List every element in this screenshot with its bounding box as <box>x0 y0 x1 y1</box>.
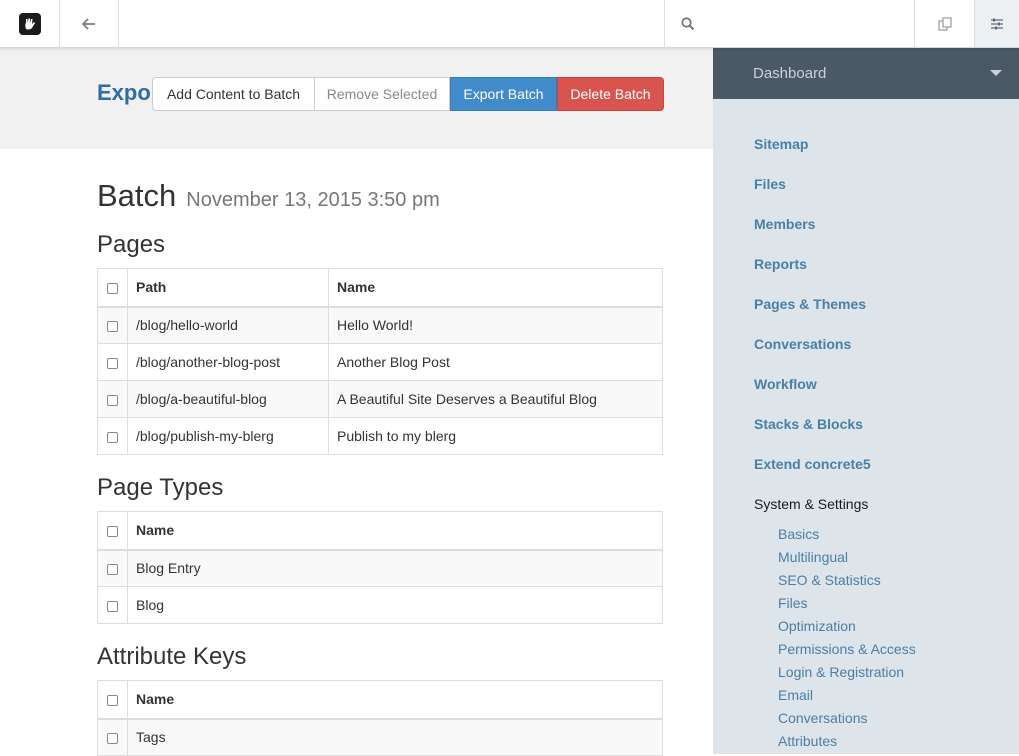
table-row: Tags <box>97 718 663 756</box>
subnav-item-files[interactable]: Files <box>778 595 808 611</box>
subnav-item-permissions-access[interactable]: Permissions & Access <box>778 641 916 657</box>
page-type-name: Blog <box>127 586 663 624</box>
batch-heading: Batch November 13, 2015 3:50 pm <box>97 178 440 214</box>
table-header-row: Path Name <box>97 268 663 308</box>
batch-date: November 13, 2015 3:50 pm <box>186 189 440 211</box>
column-header: Name <box>328 268 663 308</box>
add-content-button[interactable]: Add Content to Batch <box>152 77 315 111</box>
table-row: /blog/another-blog-post Another Blog Pos… <box>97 343 663 381</box>
subnav-item-login-registration[interactable]: Login & Registration <box>778 664 904 680</box>
settings-toggle-button[interactable] <box>974 0 1019 47</box>
attribute-keys-table: Name Tags <box>97 680 663 756</box>
nav-item-members[interactable]: Members <box>754 216 815 232</box>
page-type-name: Blog Entry <box>127 549 663 587</box>
page-name: A Beautiful Site Deserves a Beautiful Bl… <box>328 380 663 418</box>
page-path: /blog/hello-world <box>127 306 329 344</box>
row-checkbox[interactable] <box>107 431 118 443</box>
row-checkbox[interactable] <box>107 394 118 406</box>
top-toolbar <box>0 0 1019 48</box>
attribute-key-name: Tags <box>127 718 663 756</box>
table-row: /blog/publish-my-blerg Publish to my ble… <box>97 417 663 455</box>
page-types-section-title: Page Types <box>97 474 224 501</box>
select-all-checkbox[interactable] <box>107 695 118 707</box>
row-checkbox[interactable] <box>107 321 118 333</box>
nav-item-pages-themes[interactable]: Pages & Themes <box>754 296 866 312</box>
table-header-row: Name <box>97 511 663 551</box>
intelligent-search-button[interactable] <box>914 0 974 47</box>
nav-item-reports[interactable]: Reports <box>754 256 807 272</box>
dashboard-title: Dashboard <box>753 65 827 82</box>
search-input[interactable] <box>703 8 903 39</box>
page-title: Expo <box>97 80 151 105</box>
caret-down-icon <box>990 70 1002 76</box>
export-batch-button[interactable]: Export Batch <box>450 77 557 111</box>
batch-action-buttons: Add Content to Batch Remove Selected Exp… <box>152 77 664 111</box>
subnav-item-seo-statistics[interactable]: SEO & Statistics <box>778 572 881 588</box>
row-checkbox[interactable] <box>107 733 118 745</box>
pages-section-title: Pages <box>97 231 166 258</box>
subnav-item-multilingual[interactable]: Multilingual <box>778 549 848 565</box>
column-header: Path <box>127 268 329 308</box>
row-checkbox[interactable] <box>107 564 118 576</box>
arrow-left-icon <box>82 17 95 30</box>
subnav-item-optimization[interactable]: Optimization <box>778 618 856 634</box>
table-row: Blog <box>97 586 663 624</box>
remove-selected-button[interactable]: Remove Selected <box>315 77 450 111</box>
nav-item-conversations[interactable]: Conversations <box>754 336 851 352</box>
select-all-checkbox[interactable] <box>107 526 118 538</box>
delete-batch-button[interactable]: Delete Batch <box>557 77 664 111</box>
concrete5-logo-icon <box>18 12 41 35</box>
column-header: Name <box>127 511 663 551</box>
subnav-item-email[interactable]: Email <box>778 687 813 703</box>
column-header: Name <box>127 680 663 720</box>
nav-item-workflow[interactable]: Workflow <box>754 376 817 392</box>
page-path: /blog/another-blog-post <box>127 343 329 381</box>
row-checkbox[interactable] <box>107 600 118 612</box>
row-checkbox[interactable] <box>107 357 118 369</box>
attribute-keys-section-title: Attribute Keys <box>97 643 247 670</box>
sliders-icon <box>991 18 1003 29</box>
copy-pages-icon <box>937 16 952 31</box>
table-row: Blog Entry <box>97 549 663 587</box>
nav-item-system-settings[interactable]: System & Settings <box>754 496 868 512</box>
table-header-row: Name <box>97 680 663 720</box>
dashboard-panel-header[interactable]: Dashboard <box>713 48 1019 99</box>
subnav-item-basics[interactable]: Basics <box>778 526 819 542</box>
search-box[interactable] <box>664 0 915 47</box>
back-button[interactable] <box>60 0 119 47</box>
table-row: /blog/hello-world Hello World! <box>97 306 663 344</box>
subnav-item-attributes[interactable]: Attributes <box>778 733 837 749</box>
concrete5-logo-button[interactable] <box>0 0 60 47</box>
nav-item-files[interactable]: Files <box>754 176 786 192</box>
page-name: Publish to my blerg <box>328 417 663 455</box>
page-types-table: Name Blog Entry Blog <box>97 511 663 624</box>
nav-item-sitemap[interactable]: Sitemap <box>754 136 808 152</box>
select-all-checkbox[interactable] <box>107 283 118 295</box>
page-name: Another Blog Post <box>328 343 663 381</box>
search-icon <box>681 16 695 30</box>
nav-item-stacks-blocks[interactable]: Stacks & Blocks <box>754 416 863 432</box>
pages-table: Path Name /blog/hello-world Hello World!… <box>97 268 663 455</box>
table-row: /blog/a-beautiful-blog A Beautiful Site … <box>97 380 663 418</box>
subnav-item-conversations[interactable]: Conversations <box>778 710 868 726</box>
page-name: Hello World! <box>328 306 663 344</box>
batch-label: Batch <box>97 178 177 213</box>
nav-item-extend-concrete5[interactable]: Extend concrete5 <box>754 456 871 472</box>
page-path: /blog/a-beautiful-blog <box>127 380 329 418</box>
page-path: /blog/publish-my-blerg <box>127 417 329 455</box>
